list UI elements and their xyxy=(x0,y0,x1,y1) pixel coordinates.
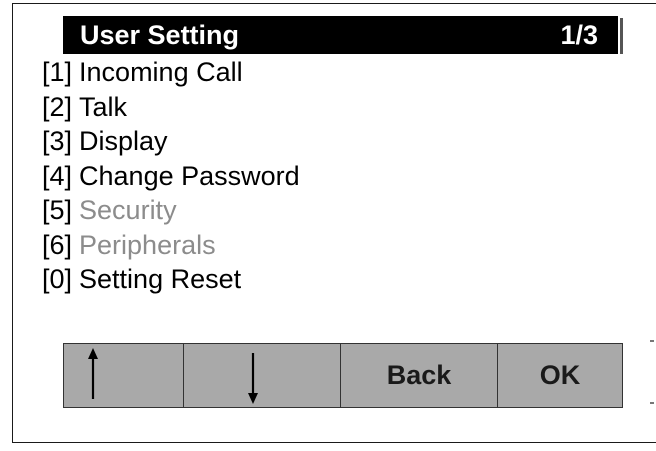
menu-item-key: [1] xyxy=(42,57,73,87)
back-button-label: Back xyxy=(386,360,452,390)
back-button[interactable]: Back xyxy=(341,344,498,407)
menu-item-incoming-call[interactable]: [1] Incoming Call xyxy=(42,55,300,90)
menu-item-setting-reset[interactable]: [0] Setting Reset xyxy=(42,262,300,297)
ok-button-label: OK xyxy=(539,360,581,390)
up-arrow-icon xyxy=(88,348,98,399)
menu-item-label: Peripherals xyxy=(79,229,216,260)
softkey-bar: Back OK xyxy=(63,343,623,408)
menu-item-display[interactable]: [3] Display xyxy=(42,124,300,159)
menu-item-key: [0] xyxy=(42,264,73,294)
screen-title: User Setting xyxy=(80,20,240,50)
edge-tick xyxy=(650,402,654,404)
menu-item-key: [4] xyxy=(42,160,73,191)
menu-item-label: Incoming Call xyxy=(79,57,243,87)
menu-item-change-password[interactable]: [4] Change Password xyxy=(42,159,300,194)
menu-item-key: [3] xyxy=(42,126,73,156)
scroll-up-button[interactable] xyxy=(64,344,184,407)
menu-item-label: Security xyxy=(79,195,177,225)
settings-menu: [1] Incoming Call [2] Talk [3] Display [4] C… xyxy=(42,55,300,297)
menu-item-key: [6] xyxy=(42,229,73,260)
title-bar: User Setting 1/3 xyxy=(63,16,618,54)
ok-button[interactable]: OK xyxy=(498,344,622,407)
scroll-down-button[interactable] xyxy=(184,344,341,407)
menu-item-label: Change Password xyxy=(79,160,300,191)
menu-item-label: Display xyxy=(79,126,168,156)
menu-item-label: Talk xyxy=(79,91,128,122)
title-bar-edge xyxy=(620,18,623,54)
down-arrow-icon xyxy=(248,353,258,404)
menu-item-security: [5] Security xyxy=(42,193,300,228)
menu-item-peripherals: [6] Peripherals xyxy=(42,228,300,263)
menu-item-key: [5] xyxy=(42,195,73,225)
menu-item-talk[interactable]: [2] Talk xyxy=(42,90,300,125)
menu-item-key: [2] xyxy=(42,91,73,122)
edge-tick xyxy=(650,340,654,342)
menu-item-label: Setting Reset xyxy=(79,264,242,294)
page-indicator: 1/3 xyxy=(560,20,598,50)
